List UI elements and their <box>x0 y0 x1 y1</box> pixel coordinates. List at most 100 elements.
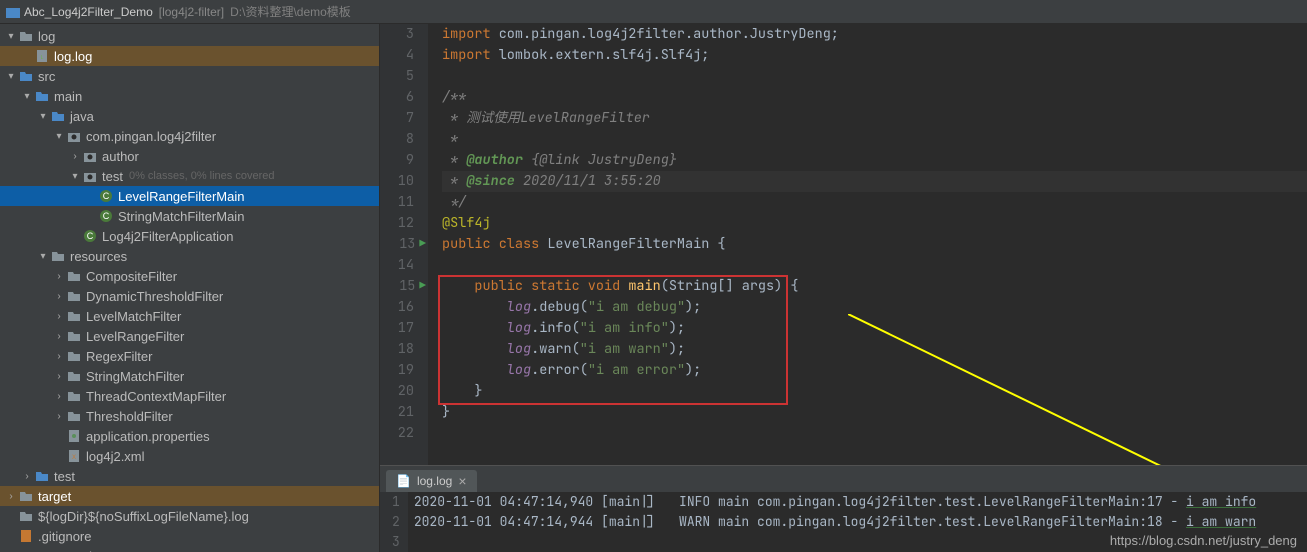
svg-text:L: L <box>41 55 44 61</box>
chevron-icon: › <box>52 351 66 362</box>
folder-icon <box>50 248 66 264</box>
folderB-icon <box>18 68 34 84</box>
console-tab[interactable]: 📄 log.log × <box>386 470 477 492</box>
console-tab-label: log.log <box>417 474 452 488</box>
code-line[interactable]: public static void main(String[] args) { <box>442 276 1307 297</box>
pkg-icon <box>82 148 98 164</box>
tree-log4j2-xml[interactable]: Xlog4j2.xml <box>0 446 379 466</box>
code-line[interactable]: log.error("i am error"); <box>442 360 1307 381</box>
chevron-icon: › <box>4 491 18 502</box>
tree-help[interactable]: HELP.md <box>0 546 379 552</box>
tree-item-label: resources <box>70 249 127 264</box>
tree-folder-dynamicthresholdfilter[interactable]: ›DynamicThresholdFilter <box>0 286 379 306</box>
tree-item-label: main <box>54 89 82 104</box>
tree-string-match-main[interactable]: CStringMatchFilterMain <box>0 206 379 226</box>
code-line[interactable] <box>442 66 1307 87</box>
file-icon <box>18 508 34 524</box>
tree-item-label: ThresholdFilter <box>86 409 173 424</box>
code-line[interactable]: } <box>442 402 1307 423</box>
tree-target[interactable]: ›target <box>0 486 379 506</box>
tree-folder-stringmatchfilter[interactable]: ›StringMatchFilter <box>0 366 379 386</box>
tree-item-label: LevelRangeFilter <box>86 329 184 344</box>
code-line[interactable]: import lombok.extern.slf4j.Slf4j; <box>442 45 1307 66</box>
svg-text:X: X <box>72 455 76 461</box>
tree-test-folder[interactable]: › test <box>0 466 379 486</box>
svg-text:C: C <box>103 211 110 221</box>
tree-item-label: log <box>38 29 55 44</box>
code-line[interactable]: log.debug("i am debug"); <box>442 297 1307 318</box>
code-line[interactable] <box>442 255 1307 276</box>
code-line[interactable]: * @author {@link JustryDeng} <box>442 150 1307 171</box>
folderB-icon <box>34 88 50 104</box>
close-icon[interactable]: × <box>458 473 466 489</box>
xml-icon: X <box>66 448 82 464</box>
tree-src[interactable]: ▾src <box>0 66 379 86</box>
code-line[interactable]: */ <box>442 192 1307 213</box>
breadcrumb-project: Abc_Log4j2Filter_Demo <box>24 5 153 19</box>
run-gutter-icon[interactable]: ▶ <box>419 276 426 297</box>
tree-author[interactable]: ›author <box>0 146 379 166</box>
code-line[interactable]: log.info("i am info"); <box>442 318 1307 339</box>
code-line[interactable] <box>442 423 1307 444</box>
tree-folder-compositefilter[interactable]: › CompositeFilter <box>0 266 379 286</box>
console-tabbar: 📄 log.log × <box>380 466 1307 492</box>
chevron-icon: › <box>68 151 82 162</box>
chevron-icon: › <box>20 471 34 482</box>
code-line[interactable]: public class LevelRangeFilterMain { <box>442 234 1307 255</box>
chevron-icon: ▾ <box>36 251 50 262</box>
tree-log-folder[interactable]: ▾ log <box>0 26 379 46</box>
cls-icon: C <box>82 228 98 244</box>
tree-item-label: ThreadContextMapFilter <box>86 389 226 404</box>
tree-item-label: RegexFilter <box>86 349 152 364</box>
props-icon <box>66 428 82 444</box>
tree-java[interactable]: ▾java <box>0 106 379 126</box>
code-line[interactable]: * 测试使用LevelRangeFilter <box>442 108 1307 129</box>
code-line[interactable]: /** <box>442 87 1307 108</box>
chevron-icon: › <box>52 311 66 322</box>
project-tree[interactable]: ▾logLlog.log▾src▾main▾java▾com.pingan.lo… <box>0 24 380 552</box>
tree-log-file[interactable]: Llog.log <box>0 46 379 66</box>
chevron-icon: ▾ <box>4 31 18 42</box>
tree-package[interactable]: ▾com.pingan.log4j2filter <box>0 126 379 146</box>
code-line[interactable]: import com.pingan.log4j2filter.author.Ju… <box>442 24 1307 45</box>
chevron-icon: › <box>52 271 66 282</box>
breadcrumb-path: D:\资料整理\demo模板 <box>230 3 351 20</box>
tree-app-class[interactable]: C Log4j2FilterApplication <box>0 226 379 246</box>
tree-item-label: CompositeFilter <box>86 269 177 284</box>
chevron-icon: ▾ <box>36 111 50 122</box>
tree-test-pkg[interactable]: ▾test0% classes, 0% lines covered <box>0 166 379 186</box>
tree-item-label: Log4j2FilterApplication <box>102 229 234 244</box>
tree-folder-levelmatchfilter[interactable]: ›LevelMatchFilter <box>0 306 379 326</box>
folder-icon <box>66 368 82 384</box>
tree-app-properties[interactable]: application.properties <box>0 426 379 446</box>
chevron-icon: › <box>52 331 66 342</box>
folder-icon <box>18 28 34 44</box>
pkg-icon <box>82 168 98 184</box>
tree-item-label: test <box>54 469 75 484</box>
tree-item-label: .gitignore <box>38 529 91 544</box>
tree-resources[interactable]: ▾ resources <box>0 246 379 266</box>
tree-folder-thresholdfilter[interactable]: › ThresholdFilter <box>0 406 379 426</box>
tree-item-label: ${logDir}${noSuffixLogFileName}.log <box>38 509 249 524</box>
tree-main[interactable]: ▾ main <box>0 86 379 106</box>
tree-item-label: HELP.md <box>38 549 92 552</box>
code-line[interactable]: * @since 2020/11/1 3:55:20 <box>442 171 1307 192</box>
run-gutter-icon[interactable]: ▶ <box>419 234 426 255</box>
tree-folder-regexfilter[interactable]: › RegexFilter <box>0 346 379 366</box>
tree-interp-file[interactable]: ${logDir}${noSuffixLogFileName}.log <box>0 506 379 526</box>
tree-item-label: src <box>38 69 55 84</box>
chevron-icon: ▾ <box>20 91 34 102</box>
watermark: https://blog.csdn.net/justry_deng <box>1110 533 1297 548</box>
chevron-icon: ▾ <box>52 131 66 142</box>
code-line[interactable]: @Slf4j <box>442 213 1307 234</box>
chevron-icon: › <box>52 411 66 422</box>
code-editor[interactable]: 345678910111213▶1415▶16171819202122 impo… <box>380 24 1307 465</box>
code-line[interactable]: log.warn("i am warn"); <box>442 339 1307 360</box>
file-icon <box>18 548 34 552</box>
tree-level-range-main[interactable]: CLevelRangeFilterMain <box>0 186 379 206</box>
tree-folder-threadcontextmapfilter[interactable]: ›ThreadContextMapFilter <box>0 386 379 406</box>
tree-gitignore[interactable]: .gitignore <box>0 526 379 546</box>
tree-folder-levelrangefilter[interactable]: › LevelRangeFilter <box>0 326 379 346</box>
code-line[interactable]: } <box>442 381 1307 402</box>
code-line[interactable]: * <box>442 129 1307 150</box>
